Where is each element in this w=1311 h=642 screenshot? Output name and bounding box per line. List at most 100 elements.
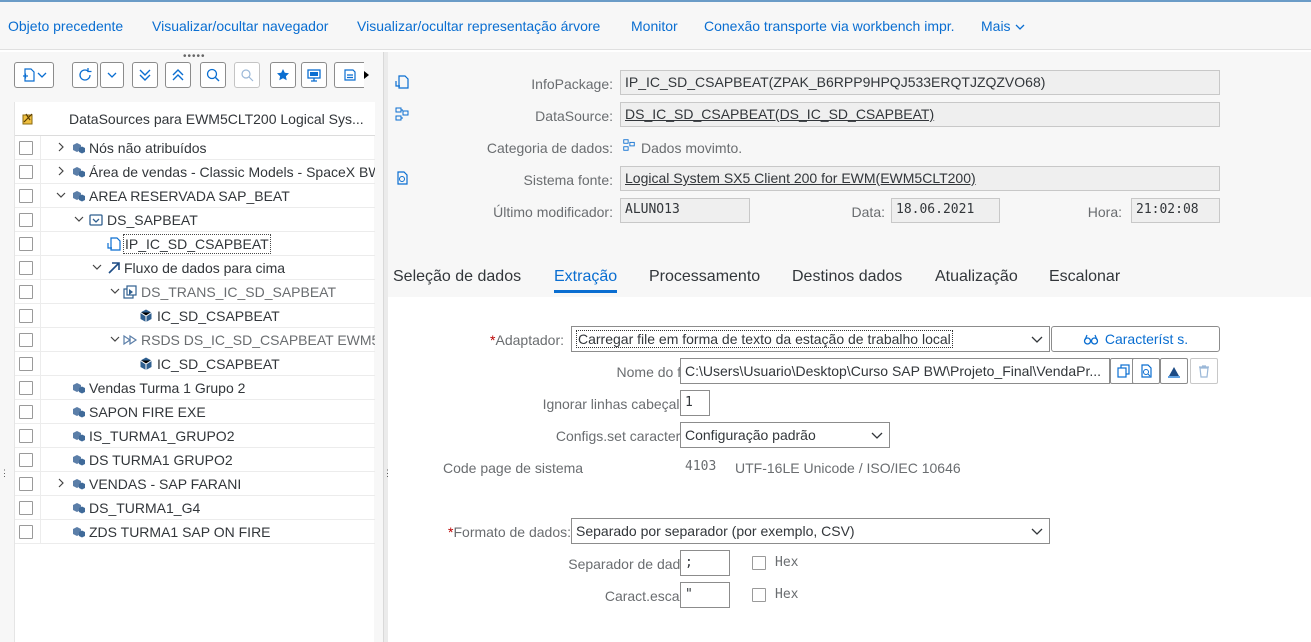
more-menu-button[interactable]: Mais [981, 18, 1025, 34]
tree-row[interactable]: RSDS DS_IC_SD_CSAPBEAT EWM5 [15, 328, 375, 352]
tree-row[interactable]: Área de vendas - Classic Models - SpaceX… [15, 160, 375, 184]
tree-row-label: Nós não atribuídos [89, 140, 207, 156]
row-checkbox[interactable] [19, 381, 33, 395]
tab-extraction[interactable]: Extração [554, 268, 617, 286]
data-format-select[interactable]: Separado por separador (por exemplo, CSV… [571, 518, 1050, 544]
tree-row[interactable]: Vendas Turma 1 Grupo 2 [15, 376, 375, 400]
row-checkbox[interactable] [19, 429, 33, 443]
tree-row[interactable]: IC_SD_CSAPBEAT [15, 352, 375, 376]
tree-row[interactable]: DS_TRANS_IC_SD_SAPBEAT [15, 280, 375, 304]
charset-select[interactable]: Configuração padrão [680, 422, 890, 448]
row-checkbox[interactable] [19, 189, 33, 203]
tree-row[interactable]: IC_SD_CSAPBEAT [15, 304, 375, 328]
chevron-right-icon[interactable] [55, 165, 67, 177]
row-checkbox[interactable] [19, 261, 33, 275]
chevron-down-icon[interactable] [91, 261, 103, 273]
tree-row[interactable]: DS_SAPBEAT [15, 208, 375, 232]
tab-schedule[interactable]: Escalonar [1049, 268, 1120, 286]
tab-data-targets[interactable]: Destinos dados [792, 268, 902, 286]
monitor-button[interactable]: Monitor [631, 18, 678, 34]
tree-row[interactable]: Nós não atribuídos [15, 136, 375, 160]
row-checkbox[interactable] [19, 141, 33, 155]
refresh-button[interactable] [72, 62, 98, 88]
toggle-tree-button[interactable]: Visualizar/ocultar representação árvore [357, 18, 600, 34]
active-tab-indicator [554, 290, 617, 293]
tree-row-label: AREA RESERVADA SAP_BEAT [89, 188, 290, 204]
checkbox-column [15, 352, 41, 375]
adapter-select[interactable]: Carregar file em forma de texto da estaç… [571, 326, 1050, 352]
chevron-down-icon[interactable] [73, 213, 85, 225]
datasource-field[interactable]: DS_IC_SD_CSAPBEAT(DS_IC_SD_CSAPBEAT) [620, 102, 1220, 127]
chevron-down-icon[interactable] [109, 333, 121, 345]
tree-row[interactable]: DS_TURMA1_G4 [15, 496, 375, 520]
row-checkbox[interactable] [19, 357, 33, 371]
chevron-right-icon[interactable] [55, 477, 67, 489]
splitter-grip-icon[interactable]: ⋮ [383, 469, 392, 490]
tab-update[interactable]: Atualização [935, 268, 1018, 286]
tab-data-selection[interactable]: Seleção de dados [393, 268, 521, 286]
escape-hex-checkbox[interactable] [752, 588, 766, 602]
row-checkbox[interactable] [19, 165, 33, 179]
source-system-field[interactable]: Logical System SX5 Client 200 for EWM(EW… [620, 166, 1220, 191]
tree-row[interactable]: Fluxo de dados para cima [15, 256, 375, 280]
tree-row[interactable]: AREA RESERVADA SAP_BEAT [15, 184, 375, 208]
search-next-button[interactable] [234, 62, 260, 88]
left-splitter-grip-icon[interactable]: ⋮ [0, 469, 9, 490]
more-label: Mais [981, 18, 1011, 34]
row-checkbox[interactable] [19, 237, 33, 251]
more-tree-tools-button[interactable] [334, 62, 364, 88]
chevron-down-icon[interactable] [109, 285, 121, 297]
refresh-menu-button[interactable] [100, 62, 124, 88]
ignore-header-lines-input[interactable]: 1 [680, 390, 710, 416]
tree-row[interactable]: ZDS TURMA1 SAP ON FIRE [15, 520, 375, 544]
tree-row[interactable]: DS TURMA1 GRUPO2 [15, 448, 375, 472]
row-checkbox[interactable] [19, 405, 33, 419]
infoarea-icon [73, 431, 85, 442]
transport-connection-button[interactable]: Conexão transporte via workbench impr. [704, 18, 955, 34]
toggle-navigator-button[interactable]: Visualizar/ocultar navegador [152, 18, 328, 34]
row-checkbox[interactable] [19, 453, 33, 467]
row-checkbox[interactable] [19, 477, 33, 491]
tree-row-label: SAPON FIRE EXE [89, 404, 206, 420]
row-checkbox[interactable] [19, 213, 33, 227]
escape-char-input[interactable]: " [680, 582, 730, 608]
tree-row[interactable]: VENDAS - SAP FARANI [15, 472, 375, 496]
horizontal-grip-icon[interactable]: ••••• [183, 52, 205, 62]
favorites-button[interactable] [270, 62, 296, 88]
chevron-down-icon[interactable] [55, 189, 67, 201]
data-separator-input[interactable]: ; [680, 550, 730, 576]
source-system-label: Sistema fonte: [523, 172, 614, 188]
chevron-down-icon [37, 72, 47, 78]
infopackage-icon [107, 237, 121, 251]
overflow-arrow-icon[interactable] [364, 71, 369, 79]
separator-hex-checkbox[interactable] [752, 556, 766, 570]
checkbox-column [15, 424, 41, 447]
delete-button[interactable] [1190, 358, 1218, 384]
new-object-menu-button[interactable] [14, 62, 54, 88]
file-name-input[interactable]: C:\Users\Usuario\Desktop\Curso SAP BW\Pr… [680, 358, 1110, 384]
row-checkbox[interactable] [19, 333, 33, 347]
chevron-right-icon[interactable] [55, 141, 67, 153]
collapse-all-button[interactable] [165, 62, 191, 88]
tree-row[interactable]: IS_TURMA1_GRUPO2 [15, 424, 375, 448]
checkbox-column [15, 160, 41, 183]
row-checkbox[interactable] [19, 525, 33, 539]
tab-processing[interactable]: Processamento [649, 268, 760, 286]
tree-row[interactable]: IP_IC_SD_CSAPBEAT [15, 232, 375, 256]
tree-row-label: IP_IC_SD_CSAPBEAT [123, 234, 271, 254]
datasource-label: DataSource: [535, 108, 613, 124]
tree-row[interactable]: SAPON FIRE EXE [15, 400, 375, 424]
search-button[interactable] [200, 62, 226, 88]
row-checkbox[interactable] [19, 501, 33, 515]
upload-button[interactable] [1160, 358, 1188, 384]
datasource-icon [395, 107, 409, 121]
characteristics-button[interactable]: Característ s. [1051, 326, 1220, 352]
row-checkbox[interactable] [19, 309, 33, 323]
browse-file-button[interactable] [1132, 358, 1160, 384]
display-button[interactable] [301, 62, 327, 88]
row-checkbox[interactable] [19, 285, 33, 299]
expand-all-button[interactable] [132, 62, 158, 88]
select-all-icon[interactable] [20, 111, 36, 127]
data-format-value: Separado por separador (por exemplo, CSV… [576, 523, 855, 539]
previous-object-button[interactable]: Objeto precedente [8, 18, 123, 34]
